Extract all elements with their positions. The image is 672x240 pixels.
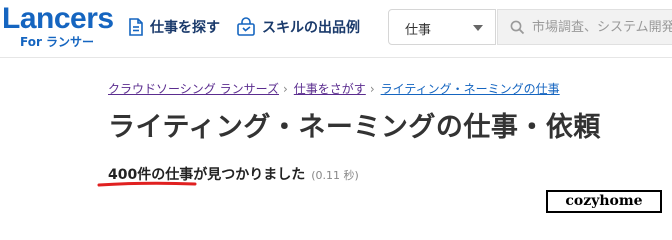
cozyhome-watermark: cozyhome [546, 190, 662, 213]
lancers-logo[interactable]: Lancers For ランサー [2, 2, 114, 49]
breadcrumb-separator-icon: › [369, 81, 375, 96]
breadcrumb-item-home[interactable]: クラウドソーシング ランサーズ [108, 80, 279, 97]
logo-text: Lancers [2, 2, 114, 35]
logo-subtext: For ランサー [20, 35, 95, 49]
chevron-down-icon [473, 25, 483, 31]
site-header: Lancers For ランサー 仕事を探す スキルの出品例 仕事 [0, 0, 672, 58]
document-icon [128, 18, 144, 36]
breadcrumb: クラウドソーシング ランサーズ › 仕事をさがす › ライティング・ネーミングの… [108, 80, 560, 97]
shopping-bag-icon [236, 17, 256, 37]
nav-skill-examples-label: スキルの出品例 [262, 20, 360, 36]
red-underline-annotation [97, 181, 197, 187]
nav-find-jobs[interactable]: 仕事を探す [128, 15, 220, 39]
nav-skill-examples[interactable]: スキルの出品例 [236, 15, 360, 39]
breadcrumb-separator-icon: › [282, 81, 288, 96]
result-time: (0.11 秒) [311, 169, 359, 182]
search-icon [510, 20, 525, 39]
category-select[interactable]: 仕事 [388, 9, 496, 45]
breadcrumb-item-find-jobs[interactable]: 仕事をさがす [294, 80, 366, 97]
search-input[interactable] [532, 10, 672, 44]
nav-find-jobs-label: 仕事を探す [150, 20, 220, 36]
breadcrumb-item-category[interactable]: ライティング・ネーミングの仕事 [381, 80, 560, 97]
search-box[interactable] [497, 9, 672, 45]
page-title: ライティング・ネーミングの仕事・依頼 [108, 112, 601, 143]
category-select-value: 仕事 [405, 23, 432, 38]
